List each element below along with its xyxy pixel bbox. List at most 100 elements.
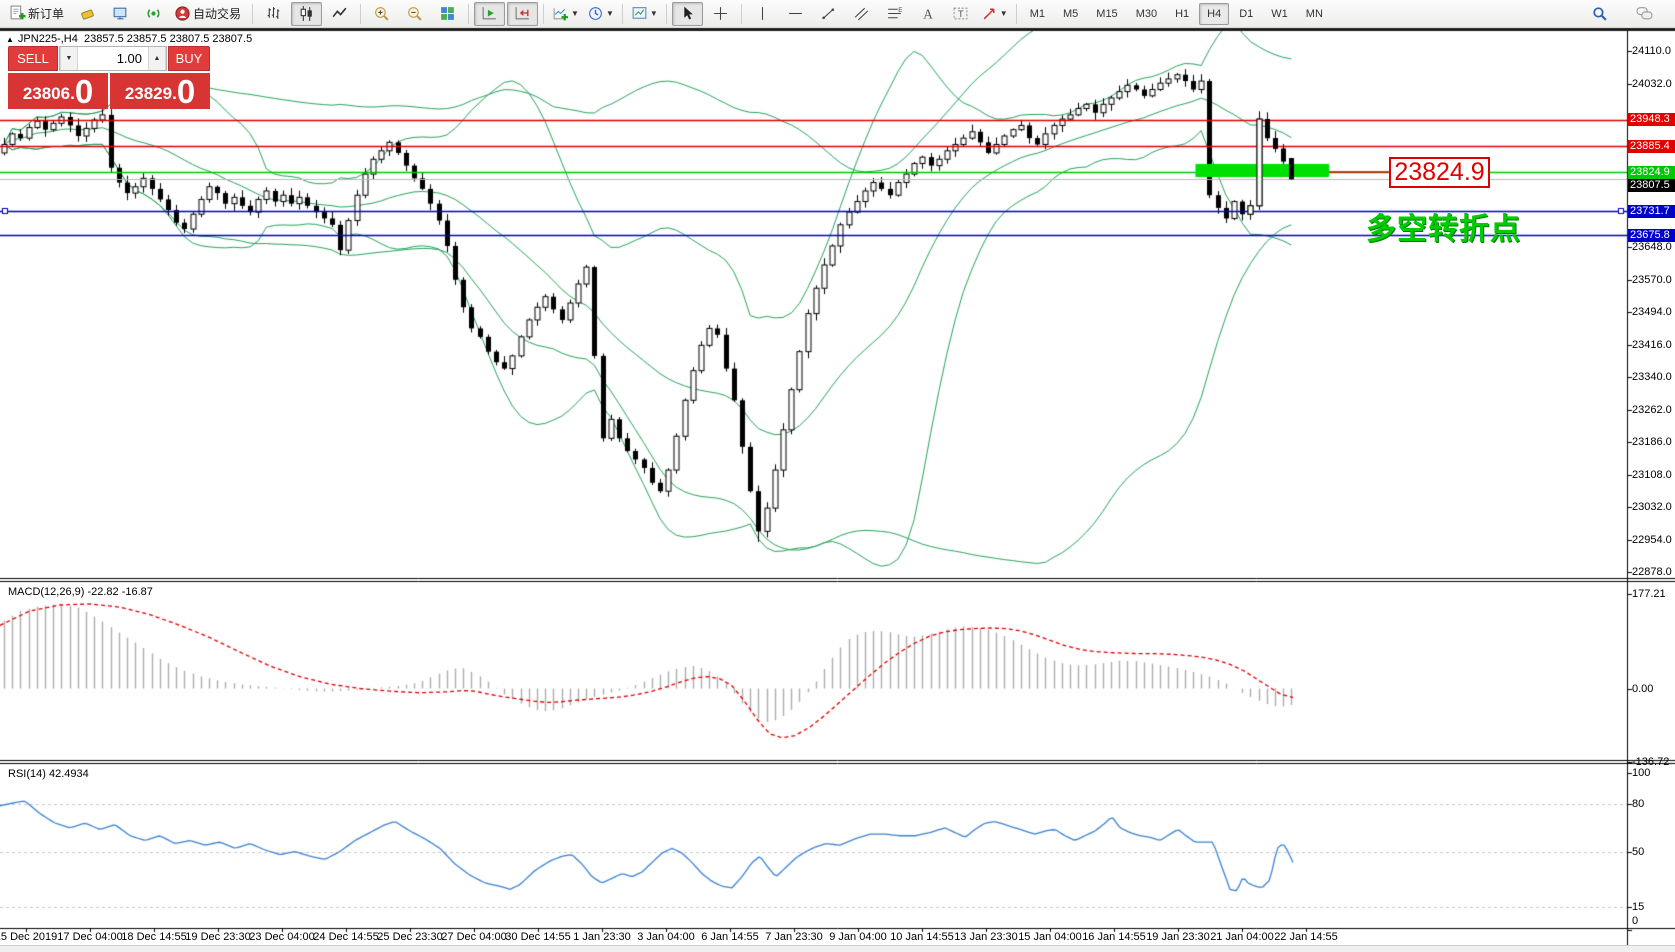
auto-scroll-button[interactable] (474, 2, 505, 26)
chevron-down-icon: ▼ (1000, 9, 1008, 18)
indicators-button[interactable]: ▼ (549, 2, 582, 26)
price-line-tag: 23948.3 (1628, 113, 1675, 126)
cursor-button[interactable] (672, 2, 703, 26)
time-axis-label: 10 Jan 14:55 (890, 931, 954, 943)
rsi-scale-label: 15 (1632, 901, 1644, 913)
price-callout-label[interactable]: 23824.9 (1389, 157, 1490, 188)
price-scale-label: 23108.0 (1632, 469, 1672, 481)
zoom-in-icon (373, 5, 390, 22)
templates-button[interactable]: ▼ (628, 2, 661, 26)
price-scale-label: 23494.0 (1632, 306, 1672, 318)
signals-button[interactable] (138, 2, 169, 26)
timeframe-h4-button[interactable]: H4 (1199, 3, 1229, 25)
text-button[interactable]: A (912, 2, 943, 26)
collapse-panel-icon[interactable]: ▲ (6, 35, 14, 44)
toolbar-separator (666, 4, 667, 24)
buy-price[interactable]: 23829.0 (110, 73, 210, 109)
chat-icon (1636, 5, 1653, 22)
time-axis-label: 19 Jan 23:30 (1146, 931, 1210, 943)
search-button[interactable] (1584, 2, 1615, 26)
text-label-button[interactable]: T (945, 2, 976, 26)
periods-button[interactable]: ▼ (584, 2, 617, 26)
sell-button[interactable]: SELL (8, 46, 58, 71)
zoom-in-button[interactable] (366, 2, 397, 26)
time-axis-label: 17 Dec 04:00 (57, 931, 122, 943)
toolbar-separator (622, 4, 623, 24)
horizontal-line-button[interactable] (780, 2, 811, 26)
shapes-icon (981, 5, 998, 22)
volume-increase-button[interactable]: ▲ (148, 47, 166, 70)
clock-icon (587, 5, 604, 22)
volume-decrease-button[interactable]: ▼ (60, 47, 78, 70)
shift-icon (514, 5, 531, 22)
timeframe-m5-button[interactable]: M5 (1055, 3, 1086, 25)
time-axis-label: 30 Dec 14:55 (505, 931, 570, 943)
time-axis-label: 9 Jan 04:00 (829, 931, 887, 943)
timeframe-mn-button[interactable]: MN (1298, 3, 1331, 25)
chat-button[interactable] (1629, 2, 1660, 26)
time-axis-label: 7 Jan 23:30 (765, 931, 823, 943)
toolbar-separator (741, 4, 742, 24)
time-axis-label: 23 Dec 04:00 (249, 931, 314, 943)
svg-text:E: E (898, 7, 902, 14)
chart-ohlc: 23857.5 23857.5 23807.5 23807.5 (84, 33, 252, 45)
time-axis-label: 24 Dec 14:55 (313, 931, 378, 943)
volume-spinner: ▼ ▲ (59, 46, 167, 71)
sell-price-main: 23806. (23, 81, 75, 107)
candlestick-chart-button[interactable] (291, 2, 322, 26)
zoom-out-button[interactable] (399, 2, 430, 26)
timeframe-h1-button[interactable]: H1 (1167, 3, 1197, 25)
shapes-button[interactable]: ▼ (978, 2, 1011, 26)
fibo-icon: E (886, 5, 903, 22)
svg-text:T: T (958, 9, 964, 20)
rsi-scale-label: 100 (1632, 767, 1650, 779)
timeframe-m1-button[interactable]: M1 (1022, 3, 1053, 25)
timeframe-w1-button[interactable]: W1 (1263, 3, 1296, 25)
macd-scale-label: 0.00 (1632, 683, 1653, 695)
chart-canvas[interactable] (0, 0, 1675, 951)
trendline-button[interactable] (813, 2, 844, 26)
chart-symbol-period: JPN225-,H4 (18, 33, 78, 45)
toolbar-separator (360, 4, 361, 24)
timeframe-m15-button[interactable]: M15 (1088, 3, 1125, 25)
expert-advisors-button[interactable] (105, 2, 136, 26)
price-line-tag: 23824.9 (1628, 166, 1675, 179)
timeframe-d1-button[interactable]: D1 (1231, 3, 1261, 25)
time-axis-label: 1 Jan 23:30 (573, 931, 631, 943)
autotrade-icon (174, 5, 191, 22)
new-order-button[interactable]: 新订单 (6, 2, 70, 26)
eraser-button[interactable] (72, 2, 103, 26)
toolbar-separator (543, 4, 544, 24)
rsi-scale-label: 50 (1632, 846, 1644, 858)
volume-input[interactable] (78, 47, 148, 70)
toolbar: 新订单自动交易▼▼▼EAT▼M1M5M15M30H1H4D1W1MN (0, 0, 1675, 28)
price-scale-label: 23416.0 (1632, 339, 1672, 351)
line-chart-button[interactable] (324, 2, 355, 26)
channel-button[interactable] (846, 2, 877, 26)
auto-trading-button[interactable]: 自动交易 (171, 2, 247, 26)
timeframe-m30-button[interactable]: M30 (1128, 3, 1165, 25)
vertical-line-button[interactable] (747, 2, 778, 26)
signal-icon (145, 5, 162, 22)
crosshair-button[interactable] (705, 2, 736, 26)
monitor-icon (112, 5, 129, 22)
fibonacci-button[interactable]: E (879, 2, 910, 26)
new-order-button-label: 新订单 (28, 5, 64, 22)
hline-icon (787, 5, 804, 22)
tile-windows-button[interactable] (432, 2, 463, 26)
eraser-icon (79, 5, 96, 22)
buy-button[interactable]: BUY (168, 46, 210, 71)
bars-icon (265, 5, 282, 22)
sell-price[interactable]: 23806.0 (8, 73, 108, 109)
chart-shift-button[interactable] (507, 2, 538, 26)
mt4-window: { "toolbar": { "groups": [ {"items": [ {… (0, 0, 1675, 951)
sell-button-label: SELL (17, 51, 49, 66)
chinese-annotation-text[interactable]: 多空转折点 (1366, 204, 1521, 248)
search-icon (1591, 5, 1608, 22)
current-price-tag: 23807.5 (1628, 179, 1675, 192)
one-click-trading-panel: SELL ▼ ▲ BUY 23806.0 23829.0 (8, 46, 210, 109)
bar-chart-button[interactable] (258, 2, 289, 26)
rsi-scale-label: 80 (1632, 798, 1644, 810)
sell-price-pip: 0 (75, 77, 93, 107)
time-axis-label: 13 Jan 23:30 (954, 931, 1018, 943)
